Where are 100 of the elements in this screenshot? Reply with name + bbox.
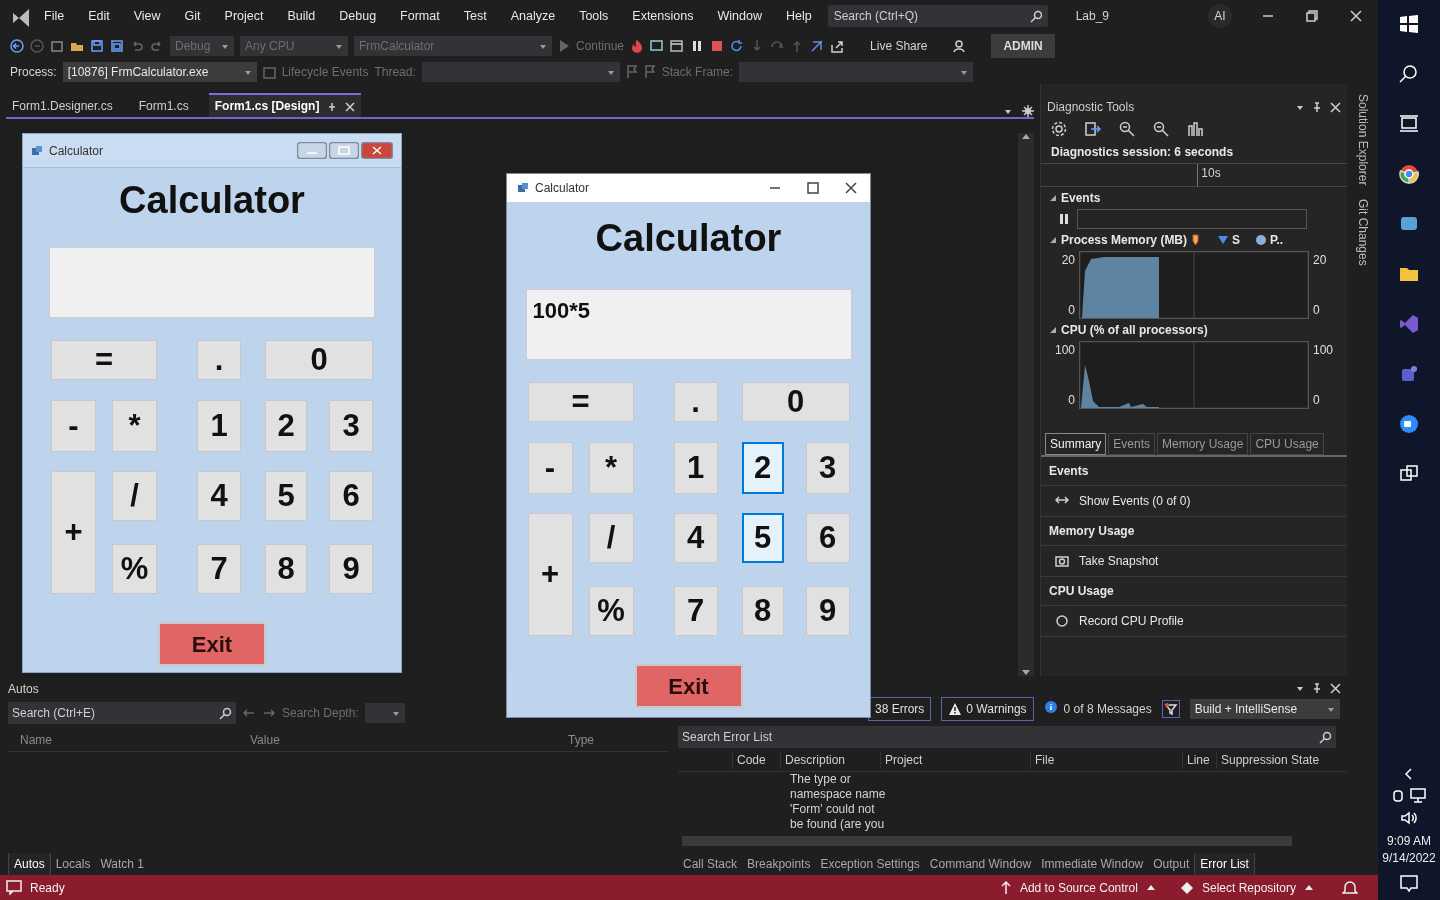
filter-icon[interactable] xyxy=(1161,700,1180,718)
search-field[interactable]: Search (Ctrl+E) xyxy=(8,702,236,724)
menu-item[interactable]: Analyze xyxy=(498,6,568,26)
settings-icon[interactable] xyxy=(1051,121,1067,137)
undo-icon[interactable] xyxy=(130,39,144,53)
zoom-in-icon[interactable] xyxy=(1119,121,1135,137)
close-icon[interactable] xyxy=(1350,10,1362,22)
restore-icon[interactable] xyxy=(1306,10,1318,22)
document-tab[interactable]: Form1.Designer.cs xyxy=(6,95,119,117)
calculator-key[interactable]: - xyxy=(51,400,96,452)
panel-tab[interactable]: Error List xyxy=(1194,852,1255,876)
exit-button[interactable]: Exit xyxy=(158,622,266,666)
windows-logo-icon[interactable] xyxy=(1399,14,1419,34)
calculator-key[interactable]: 4 xyxy=(197,471,241,521)
scrollbar[interactable] xyxy=(682,836,1292,846)
caret-icon[interactable] xyxy=(1021,133,1031,140)
window-icon[interactable] xyxy=(670,39,685,53)
action-link[interactable]: Show Events (0 of 0) xyxy=(1079,492,1191,510)
add-to-source-control-button[interactable]: Add to Source Control xyxy=(999,878,1156,897)
app-window-icon[interactable] xyxy=(1399,464,1419,484)
pin-icon[interactable] xyxy=(1312,101,1322,113)
select-repository-button[interactable]: Select Repository xyxy=(1179,878,1314,897)
calculator-key[interactable]: * xyxy=(112,400,157,452)
calculator-key[interactable]: 6 xyxy=(329,471,373,521)
back-icon[interactable] xyxy=(10,39,24,53)
panel-tab[interactable]: Autos xyxy=(8,852,51,876)
calculator-key[interactable]: - xyxy=(527,442,573,494)
column-header[interactable]: Value xyxy=(238,730,556,749)
play-icon[interactable] xyxy=(558,39,570,53)
chevron-icon[interactable] xyxy=(1404,768,1414,781)
calculator-key[interactable]: . xyxy=(197,340,241,380)
menu-item[interactable]: View xyxy=(121,6,173,26)
calculator-key[interactable]: 8 xyxy=(265,544,307,594)
column-header[interactable]: Code xyxy=(732,750,780,769)
calculator-key[interactable]: + xyxy=(527,513,573,636)
expanded-icon[interactable] xyxy=(1049,236,1057,244)
close-icon[interactable] xyxy=(1330,101,1341,113)
panel-tab[interactable]: Output xyxy=(1148,853,1195,875)
scrollbar[interactable] xyxy=(1018,133,1034,676)
caret-icon[interactable] xyxy=(1021,669,1031,676)
calculator-key[interactable]: 2 xyxy=(265,400,307,452)
calculator-key[interactable]: 9 xyxy=(805,586,850,636)
calculator-key[interactable]: 7 xyxy=(197,544,241,594)
pin-icon[interactable] xyxy=(1312,682,1322,694)
calculator-key[interactable]: 3 xyxy=(329,400,373,452)
menu-item[interactable]: Format xyxy=(388,6,452,26)
document-tab[interactable]: Form1.cs [Design] xyxy=(208,93,362,117)
calculator-key[interactable]: 5 xyxy=(741,513,784,563)
column-header[interactable]: Suppression State xyxy=(1216,750,1336,769)
user-avatar[interactable]: AI xyxy=(1208,4,1232,28)
document-tab[interactable]: Form1.cs xyxy=(132,95,195,117)
pause-icon[interactable] xyxy=(1059,213,1069,225)
menu-item[interactable]: Extensions xyxy=(620,6,706,26)
action-link[interactable]: Take Snapshot xyxy=(1079,552,1159,570)
search-field[interactable]: Search Error List xyxy=(678,726,1336,748)
column-header[interactable]: Name xyxy=(8,730,238,749)
side-tab[interactable]: Solution Explorer xyxy=(1353,94,1372,186)
redo-icon[interactable] xyxy=(150,39,164,53)
side-tab[interactable]: Git Changes xyxy=(1353,199,1372,267)
panel-tab[interactable]: CPU Usage xyxy=(1250,433,1324,455)
close-icon[interactable] xyxy=(345,101,356,112)
calculator-key[interactable]: / xyxy=(112,471,157,521)
live-share-button[interactable]: Live Share xyxy=(870,37,928,55)
warnings-filter-button[interactable]: 0 Warnings xyxy=(941,697,1034,721)
column-header[interactable]: Line xyxy=(1182,750,1216,769)
panel-tab[interactable]: Memory Usage xyxy=(1157,433,1249,455)
calculator-key[interactable]: 9 xyxy=(329,544,373,594)
export-icon[interactable] xyxy=(1085,121,1101,137)
minimize-icon[interactable] xyxy=(297,142,327,159)
restart-icon[interactable] xyxy=(730,39,745,53)
calculator-key[interactable]: = xyxy=(527,382,634,422)
calculator-key[interactable]: + xyxy=(51,471,96,594)
calculator-key[interactable]: 0 xyxy=(741,382,850,422)
calculator-key[interactable]: % xyxy=(112,544,157,594)
calculator-key[interactable]: 5 xyxy=(265,471,307,521)
account-button[interactable]: ADMIN xyxy=(991,34,1055,58)
expanded-icon[interactable] xyxy=(1049,326,1057,334)
save-icon[interactable] xyxy=(90,39,104,53)
search-field[interactable]: Search (Ctrl+Q) xyxy=(827,5,1048,27)
back-arrow-icon[interactable] xyxy=(242,707,256,719)
panel-tab[interactable]: Command Window xyxy=(924,853,1037,875)
stop-icon[interactable] xyxy=(710,39,725,53)
column-header[interactable]: Project xyxy=(880,750,1030,769)
panel-tab[interactable]: Locals xyxy=(50,853,96,875)
calculator-key[interactable]: 8 xyxy=(741,586,784,636)
panel-tab[interactable]: Watch 1 xyxy=(95,853,149,875)
maximize-icon[interactable] xyxy=(329,142,359,159)
exit-button[interactable]: Exit xyxy=(634,664,743,708)
menu-item[interactable]: Git xyxy=(172,6,213,26)
calculator-key[interactable]: 4 xyxy=(673,513,718,563)
calculator-key[interactable]: . xyxy=(673,382,718,422)
column-header[interactable]: File xyxy=(1030,750,1182,769)
process-dropdown[interactable]: [10876] FrmCalculator.exe xyxy=(62,62,257,82)
calculator-key[interactable]: 0 xyxy=(265,340,373,380)
panel-tab[interactable]: Events xyxy=(1108,433,1156,455)
share-icon[interactable] xyxy=(830,39,845,53)
menu-item[interactable]: Window xyxy=(705,6,774,26)
expanded-icon[interactable] xyxy=(1049,194,1057,202)
calculator-key[interactable]: 1 xyxy=(673,442,718,494)
panel-tab[interactable]: Breakpoints xyxy=(742,853,816,875)
